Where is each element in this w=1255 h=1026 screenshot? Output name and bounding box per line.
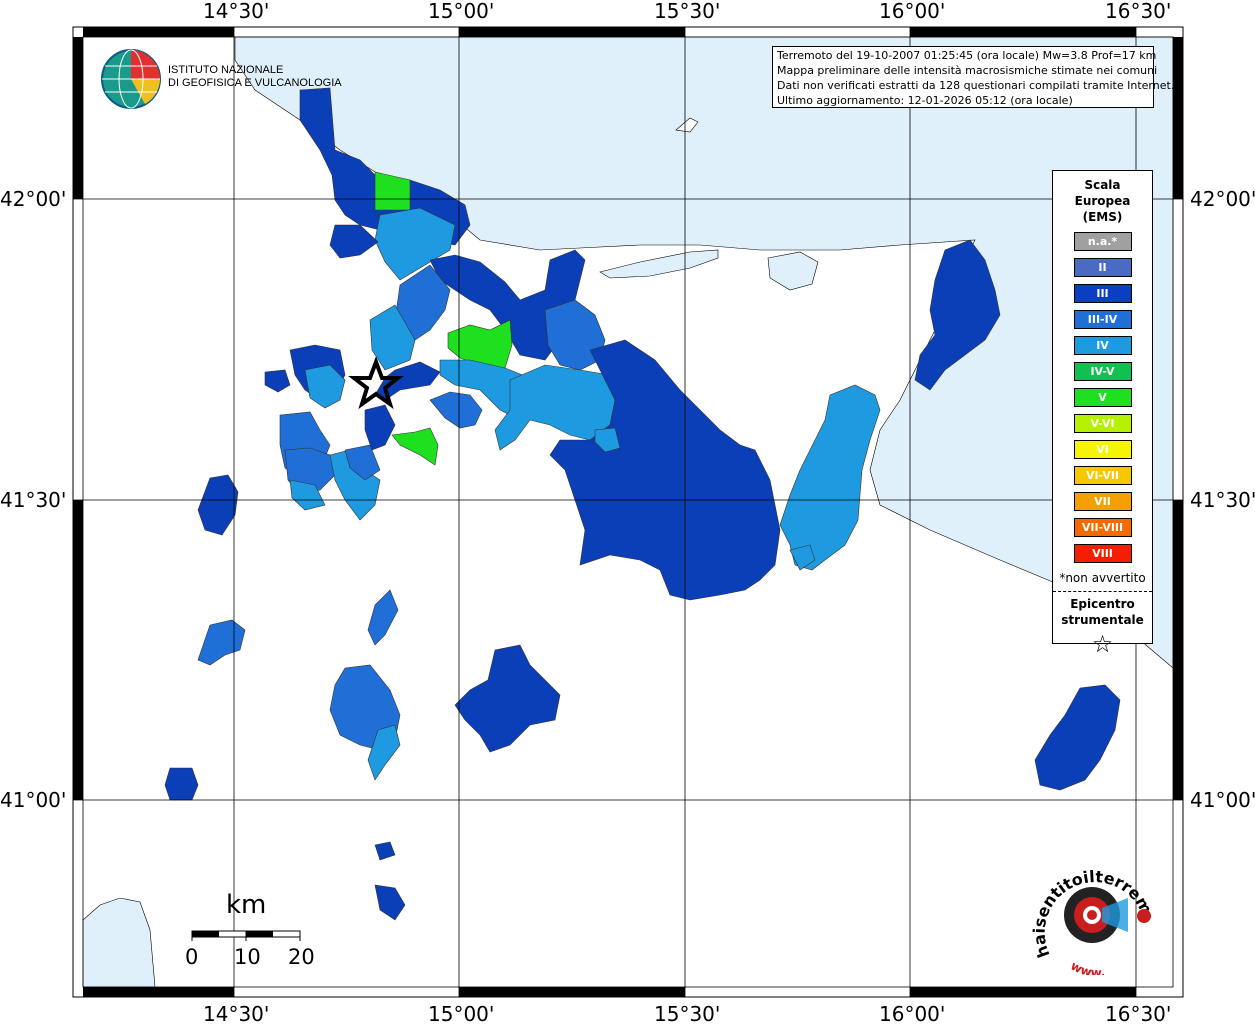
star-icon: ☆ [1091, 630, 1114, 658]
ems-legend: Scala Europea (EMS) n.a.* II III III-IV IV IV… [1052, 170, 1153, 656]
lon-label-bottom: 14°30' [203, 1002, 270, 1026]
ingv-line1: ISTITUTO NAZIONALE [168, 64, 284, 76]
lat-label-left: 41°00' [0, 788, 67, 812]
legend-items: n.a.* II III III-IV IV IV-V V V-VI VI VI-VII VII VI… [1053, 232, 1152, 563]
legend-epicenter-title: Epicentro strumentale [1053, 596, 1152, 628]
lon-label-top: 16°00' [879, 0, 946, 23]
event-info-line: Terremoto del 19-10-2007 01:25:45 (ora l… [777, 49, 1157, 62]
legend-item: III [1073, 284, 1132, 303]
lon-label-bottom: 16°30' [1105, 1002, 1172, 1026]
legend-item: III-IV [1073, 310, 1132, 329]
legend-epicenter-line: strumentale [1061, 613, 1144, 627]
lon-label-bottom: 16°00' [879, 1002, 946, 1026]
legend-title: Scala Europea (EMS) [1053, 177, 1152, 225]
lon-label-top: 15°30' [654, 0, 721, 23]
event-info-line: Dati non verificati estratti da 128 ques… [777, 79, 1175, 92]
lon-label-top: 14°30' [203, 0, 270, 23]
lat-label-left: 42°00' [0, 187, 67, 211]
legend-item: IV [1073, 336, 1132, 355]
legend-item: VII-VIII [1073, 518, 1132, 537]
legend-item: VII [1073, 492, 1132, 511]
scale-tick-label: 20 [288, 945, 315, 969]
watermark-url-prefix: www. [1068, 959, 1105, 975]
lat-label-right: 41°30' [1190, 488, 1255, 512]
lon-label-top: 15°00' [428, 0, 495, 23]
legend-divider [1053, 591, 1152, 592]
lon-label-bottom: 15°00' [428, 1002, 495, 1026]
legend-item: IV-V [1073, 362, 1132, 381]
scale-tick-label: 10 [234, 945, 261, 969]
legend-item: V-VI [1073, 414, 1132, 433]
event-info-box: Terremoto del 19-10-2007 01:25:45 (ora l… [772, 46, 1175, 108]
legend-epicenter-line: Epicentro [1070, 597, 1135, 611]
ingv-line2: DI GEOFISICA E VULCANOLOGIA [168, 77, 342, 89]
legend-item: VI [1073, 440, 1132, 459]
event-info-line: Mappa preliminare delle intensità macros… [777, 64, 1158, 77]
lat-label-right: 42°00' [1190, 187, 1255, 211]
legend-title-line: Europea [1074, 194, 1131, 208]
scale-unit: km [226, 890, 267, 920]
legend-title-line: Scala [1084, 178, 1121, 192]
legend-item: VIII [1073, 544, 1132, 563]
legend-note: *non avvertito [1059, 571, 1146, 585]
legend-item: V [1073, 388, 1132, 407]
legend-item: VI-VII [1073, 466, 1132, 485]
lon-label-top: 16°30' [1105, 0, 1172, 23]
svg-text:www.: www. [1068, 959, 1105, 975]
legend-item: II [1073, 258, 1132, 277]
haisentito-logo-icon: haisentitoilterremoto.it www. [1030, 860, 1156, 975]
event-info-line: Ultimo aggiornamento: 12-01-2026 05:12 (… [777, 94, 1073, 107]
lat-label-left: 41°30' [0, 488, 67, 512]
scale-tick-label: 0 [185, 945, 199, 969]
ingv-logo-text: ISTITUTO NAZIONALE DI GEOFISICA E VULCAN… [168, 64, 342, 90]
lat-label-right: 41°00' [1190, 788, 1255, 812]
lon-label-bottom: 15°30' [654, 1002, 721, 1026]
ingv-globe-icon [101, 49, 161, 109]
legend-item: n.a.* [1073, 232, 1132, 251]
legend-title-line: (EMS) [1082, 210, 1123, 224]
